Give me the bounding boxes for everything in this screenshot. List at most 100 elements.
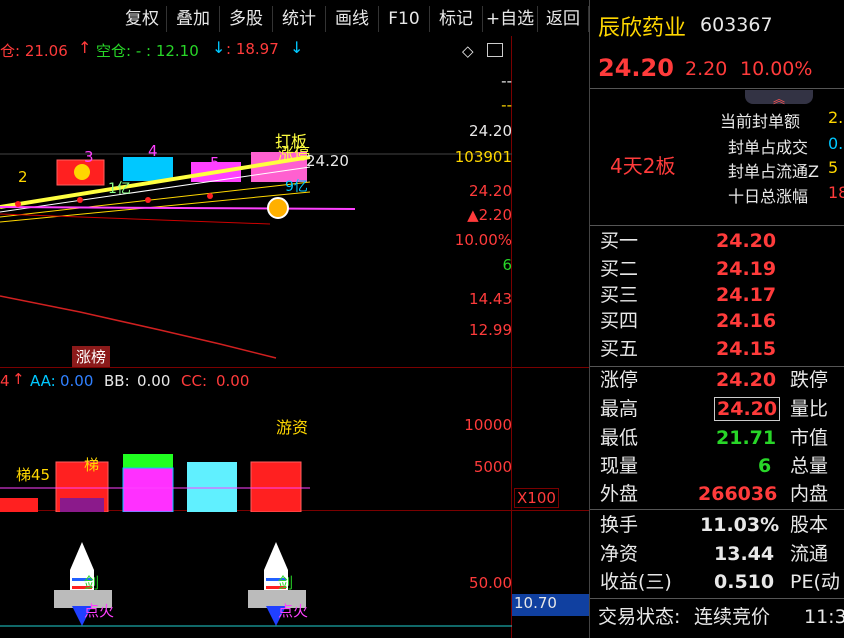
bid-price: 24.20	[716, 230, 777, 252]
stat-label: 净资	[600, 543, 639, 565]
stat-row-net-asset: 净资 13.44 流通	[590, 540, 844, 568]
short-position-label: 空仓: - : 12.10	[96, 42, 199, 60]
aa-value: 0.00	[60, 372, 94, 390]
stat-value: 6	[758, 455, 772, 477]
stat-right-label: 市值	[790, 427, 829, 449]
trade-status-label: 交易状态:	[598, 606, 681, 628]
seal-label-2: 封单占成交	[728, 138, 809, 157]
price-axis-label-10: 12.99	[469, 321, 512, 339]
stat-value: 0.510	[714, 571, 775, 593]
bid-row-5[interactable]: 买五 24.15	[590, 335, 844, 363]
up-arrow-icon: ↑	[78, 38, 92, 57]
price-axis-label-1: --	[501, 72, 512, 90]
seal-value-2: 0.2	[828, 134, 844, 153]
stat-right-label: 跌停	[790, 369, 829, 391]
divider	[590, 509, 844, 510]
diamond-icon[interactable]: ◇	[462, 42, 474, 60]
window-toggle-icon[interactable]	[487, 43, 503, 57]
price-axis-label-2: --	[501, 96, 512, 114]
seal-value-3: 5	[828, 158, 839, 177]
bid-price: 24.19	[716, 258, 777, 280]
stat-value: 11.03%	[700, 514, 780, 536]
bottom-axis-current: 10.70	[512, 594, 590, 616]
draw-line-button[interactable]: 画线	[326, 6, 379, 32]
vol-up-arrow-icon: ↑	[12, 370, 25, 388]
f10-button[interactable]: F10	[379, 6, 430, 32]
bid-price: 24.16	[716, 310, 777, 332]
stat-label: 涨停	[600, 369, 639, 391]
stat-row-limit-up: 涨停 24.20 跌停	[590, 366, 844, 394]
bid-row-2[interactable]: 买二 24.19	[590, 255, 844, 283]
stat-row-high: 最高 24.20 量比	[590, 395, 844, 423]
cc-value: 0.00	[216, 372, 250, 390]
price-change: 2.20	[685, 58, 728, 80]
multi-stock-button[interactable]: 多股	[220, 6, 273, 32]
stat-row-eps: 收益(三) 0.510 PE(动	[590, 568, 844, 596]
current-price: 24.20	[598, 54, 674, 82]
divider	[590, 225, 844, 226]
rank-tag: 涨榜	[72, 346, 111, 367]
dianhuo-tag-2: 点火	[278, 602, 309, 620]
stat-right-label: 股本	[790, 514, 829, 536]
stat-right-label: PE(动	[790, 571, 840, 593]
bid-label: 买二	[600, 258, 639, 280]
stat-row-low: 最低 21.71 市值	[590, 424, 844, 452]
stat-right-label: 总量	[790, 455, 829, 477]
stat-label: 换手	[600, 514, 639, 536]
aa-label: AA:	[30, 372, 56, 390]
quote-pane: 辰欣药业 603367 24.20 2.20 10.00% ︽ 4天2板 当前封…	[589, 0, 844, 638]
stat-label: 最低	[600, 427, 639, 449]
vol-axis-scale: X100	[514, 488, 559, 508]
stat-label: 外盘	[600, 483, 639, 505]
stat-right-label: 量比	[790, 398, 829, 420]
stat-right-label: 内盘	[790, 483, 829, 505]
stat-value: 24.20	[716, 369, 777, 391]
stat-label: 最高	[600, 398, 639, 420]
add-watchlist-button[interactable]: +自选	[483, 6, 538, 32]
trade-status-value: 连续竞价	[694, 606, 771, 628]
toolbar: 复权 叠加 多股 统计 画线 F10 标记 +自选 返回	[0, 0, 589, 36]
bid-row-1[interactable]: 买一 24.20	[590, 227, 844, 255]
collapse-chevron-icon[interactable]: ︽	[745, 90, 813, 106]
mark-button[interactable]: 标记	[430, 6, 483, 32]
stock-name: 辰欣药业	[598, 16, 687, 41]
price-axis-label-4: 103901	[454, 148, 512, 166]
fuquan-button[interactable]: 复权	[118, 6, 167, 32]
overlay-button[interactable]: 叠加	[167, 6, 220, 32]
bid-label: 买四	[600, 310, 639, 332]
price-axis-label-7: 10.00%	[454, 231, 512, 249]
bid-row-3[interactable]: 买三 24.17	[590, 281, 844, 309]
seal-label-3: 封单占流通Z	[728, 162, 819, 181]
down-arrow-icon: ↓	[212, 38, 226, 57]
price-axis-label-6: ▲2.20	[467, 206, 512, 224]
bid-price: 24.15	[716, 338, 777, 360]
price-axis-label-9: 14.43	[469, 290, 512, 308]
trade-status-row: 交易状态: 连续竞价 11:3	[590, 603, 844, 631]
stats-button[interactable]: 统计	[273, 6, 326, 32]
dianhuo-tag-1: 点火	[84, 602, 115, 620]
down-arrow-icon-2: ↓	[290, 38, 304, 57]
stat-right-label: 流通	[790, 543, 829, 565]
seal-value-4: 18	[828, 183, 844, 202]
stat-row-turnover: 换手 11.03% 股本	[590, 511, 844, 539]
volume-chart-svg	[0, 454, 310, 512]
price-change-pct: 10.00%	[740, 58, 813, 80]
trade-time: 11:3	[804, 606, 844, 628]
divider	[590, 598, 844, 599]
stat-value: 266036	[698, 483, 778, 505]
bb-value: 0.00	[137, 372, 171, 390]
bid-row-4[interactable]: 买四 24.16	[590, 307, 844, 335]
bb-label: BB:	[104, 372, 130, 390]
price-axis-label-8: 6	[502, 256, 512, 274]
third-value: : 18.97	[226, 40, 279, 58]
stat-value: 21.71	[716, 427, 777, 449]
cc-label: CC:	[181, 372, 208, 390]
back-button[interactable]: 返回	[538, 6, 589, 32]
stat-row-outer: 外盘 266036 内盘	[590, 480, 844, 508]
bid-label: 买五	[600, 338, 639, 360]
price-axis-label-3: 24.20	[469, 122, 512, 140]
long-position-label: 仓: 21.06	[0, 42, 68, 60]
stat-value: 24.20	[714, 397, 781, 421]
kline-chart-area[interactable]: 仓: 21.06 ↑ 空仓: - : 12.10 ↓ : 18.97 ↓ ◇ 2…	[0, 36, 590, 638]
vol-axis-label-1: 10000	[464, 416, 512, 434]
